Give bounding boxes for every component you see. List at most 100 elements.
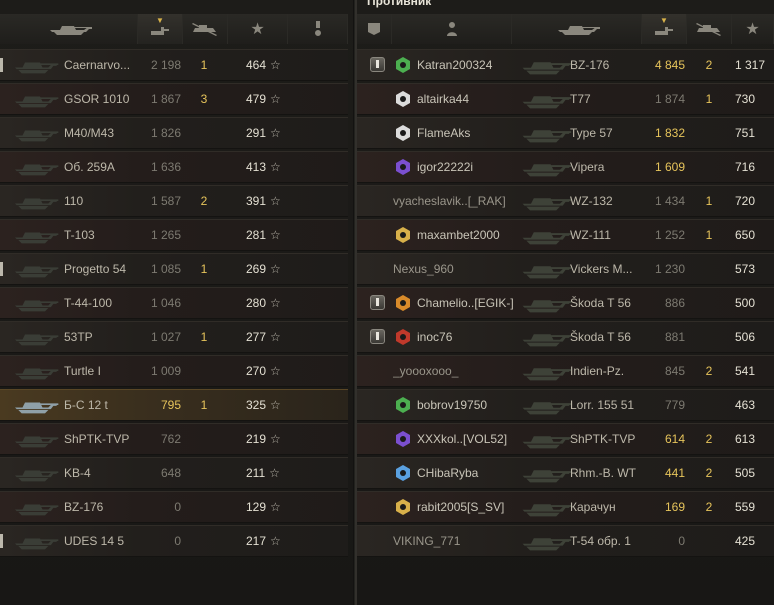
- clan-emblem-icon: [396, 431, 410, 447]
- team-row[interactable]: KB-4 648 211 ☆: [0, 457, 348, 489]
- player-name[interactable]: inoc76: [417, 322, 517, 352]
- kills-value: [192, 118, 216, 148]
- header-xp-column[interactable]: ★: [732, 14, 774, 44]
- team-row[interactable]: T-103 1 265 281 ☆: [0, 219, 348, 251]
- kills-value: 2: [705, 364, 713, 378]
- player-name[interactable]: vyacheslavik..[_RAK]: [393, 186, 517, 216]
- header-player-column[interactable]: [392, 14, 512, 44]
- team-row[interactable]: UDES 14 5 0 217 ☆: [0, 525, 348, 557]
- enemy-row[interactable]: XXXkol..[VOL52] ShPTK-TVP 614 2 613: [357, 423, 774, 455]
- damage-value: 1 265: [150, 228, 181, 242]
- team-row[interactable]: M40/M43 1 826 291 ☆: [0, 117, 348, 149]
- team-row[interactable]: Turtle I 1 009 270 ☆: [0, 355, 348, 387]
- kills-value: 1: [705, 228, 713, 242]
- header-platoon-column[interactable]: [357, 14, 392, 44]
- enemy-row[interactable]: maxambet2000 WZ-111 1 252 1 650: [357, 219, 774, 251]
- xp-value: 505: [735, 466, 756, 480]
- team-row[interactable]: T-44-100 1 046 280 ☆: [0, 287, 348, 319]
- tank-name: T77: [570, 92, 591, 106]
- enemy-row[interactable]: inoc76 Škoda T 56 881 506: [357, 321, 774, 353]
- header-xp-column[interactable]: ★: [228, 14, 288, 44]
- tank-name: 110: [64, 194, 84, 208]
- star-icon: ☆: [270, 398, 281, 412]
- enemy-row[interactable]: bobrov19750 Lorr. 155 51 779 463: [357, 389, 774, 421]
- header-tank-column[interactable]: [0, 14, 138, 44]
- player-name[interactable]: Chamelio..[EGIK-]: [417, 288, 517, 318]
- header-medal-column[interactable]: [288, 14, 348, 44]
- tank-name: 53TP: [64, 330, 93, 344]
- damage-value: 1 636: [150, 160, 181, 174]
- enemy-row[interactable]: rabit2005[S_SV] Карачун 169 2 559: [357, 491, 774, 523]
- player-name[interactable]: rabit2005[S_SV]: [417, 492, 517, 522]
- allied-team-panel: ▼ ★ Caernarvo... 2 198 1 464 ☆ GSOR 1010 1 867…: [0, 0, 355, 605]
- team-row[interactable]: 53TP 1 027 1 277 ☆: [0, 321, 348, 353]
- player-name[interactable]: FlameAks: [417, 118, 517, 148]
- team-row[interactable]: ShPTK-TVP 762 219 ☆: [0, 423, 348, 455]
- team-row[interactable]: Progetto 54 1 085 1 269 ☆: [0, 253, 348, 285]
- damage-value: 1 832: [654, 126, 685, 140]
- tank-silhouette-icon: [522, 96, 572, 109]
- kills-value: 1: [200, 398, 208, 412]
- kills-value: 2: [705, 58, 713, 72]
- player-name[interactable]: XXXkol..[VOL52]: [417, 424, 517, 454]
- header-damage-column[interactable]: ▼: [138, 14, 183, 44]
- xp-value: 269 ☆: [246, 254, 306, 284]
- tank-name: UDES 14 5: [64, 534, 125, 548]
- player-name[interactable]: igor22222i: [417, 152, 517, 182]
- damage-value: 1 085: [150, 262, 181, 276]
- team-row[interactable]: GSOR 1010 1 867 3 479 ☆: [0, 83, 348, 115]
- player-name[interactable]: bobrov19750: [417, 390, 517, 420]
- tank-silhouette-icon: [522, 538, 572, 551]
- tank-silhouette-icon: [15, 96, 59, 108]
- team-row[interactable]: 110 1 587 2 391 ☆: [0, 185, 348, 217]
- xp-value: 730: [735, 92, 756, 106]
- enemy-row[interactable]: FlameAks Type 57 1 832 751: [357, 117, 774, 149]
- xp-value: 217 ☆: [246, 526, 306, 556]
- enemy-row[interactable]: VIKING_771 T-54 обр. 1 0 425: [357, 525, 774, 557]
- header-damage-column[interactable]: ▼: [642, 14, 687, 44]
- enemy-row[interactable]: altairka44 T77 1 874 1 730: [357, 83, 774, 115]
- enemy-row[interactable]: _yoooxooo_ Indien-Pz. 845 2 541: [357, 355, 774, 387]
- kills-value: [192, 288, 216, 318]
- star-icon: ☆: [270, 160, 281, 174]
- tank-silhouette-icon: [522, 232, 572, 245]
- team-row[interactable]: Об. 259А 1 636 413 ☆: [0, 151, 348, 183]
- enemy-row[interactable]: CHibaRyba Rhm.-B. WT 441 2 505: [357, 457, 774, 489]
- enemy-row[interactable]: Nexus_960 Vickers M... 1 230 573: [357, 253, 774, 285]
- tank-name: Caernarvo...: [64, 58, 131, 72]
- player-name[interactable]: altairka44: [417, 84, 517, 114]
- player-row[interactable]: Б-С 12 t 795 1 325 ☆: [0, 389, 348, 421]
- platoon-icon: [370, 57, 385, 72]
- xp-value: 463: [735, 398, 756, 412]
- header-kills-column[interactable]: [687, 14, 732, 44]
- damage-value: 2 198: [150, 58, 181, 72]
- platoon-icon: [370, 329, 385, 344]
- damage-value: 441: [664, 466, 685, 480]
- tank-name: Б-С 12 t: [64, 398, 108, 412]
- xp-number: 211: [246, 466, 266, 480]
- platoon-icon: [370, 295, 385, 310]
- tank-silhouette-icon: [15, 436, 59, 448]
- player-name[interactable]: CHibaRyba: [417, 458, 517, 488]
- player-name[interactable]: Nexus_960: [393, 254, 517, 284]
- player-name[interactable]: maxambet2000: [417, 220, 517, 250]
- player-name[interactable]: VIKING_771: [393, 526, 517, 556]
- enemy-row[interactable]: igor22222i Vipera 1 609 716: [357, 151, 774, 183]
- player-name[interactable]: Katran200324: [417, 50, 517, 80]
- xp-number: 270: [246, 364, 267, 378]
- player-icon: [446, 22, 457, 36]
- player-name[interactable]: _yoooxooo_: [393, 356, 517, 386]
- damage-value: 1 587: [150, 194, 181, 208]
- enemy-row[interactable]: Chamelio..[EGIK-] Škoda T 56 886 500: [357, 287, 774, 319]
- team-row[interactable]: BZ-176 0 129 ☆: [0, 491, 348, 523]
- xp-value: 613: [735, 432, 756, 446]
- header-tank-column[interactable]: [512, 14, 642, 44]
- kills-value: 2: [705, 500, 713, 514]
- header-kills-column[interactable]: [183, 14, 228, 44]
- team-row[interactable]: Caernarvo... 2 198 1 464 ☆: [0, 49, 348, 81]
- enemy-row[interactable]: vyacheslavik..[_RAK] WZ-132 1 434 1 720: [357, 185, 774, 217]
- tank-name: WZ-132: [570, 194, 613, 208]
- clan-emblem-icon: [396, 227, 410, 243]
- enemy-row[interactable]: Katran200324 BZ-176 4 845 2 1 317: [357, 49, 774, 81]
- xp-number: 391: [246, 194, 267, 208]
